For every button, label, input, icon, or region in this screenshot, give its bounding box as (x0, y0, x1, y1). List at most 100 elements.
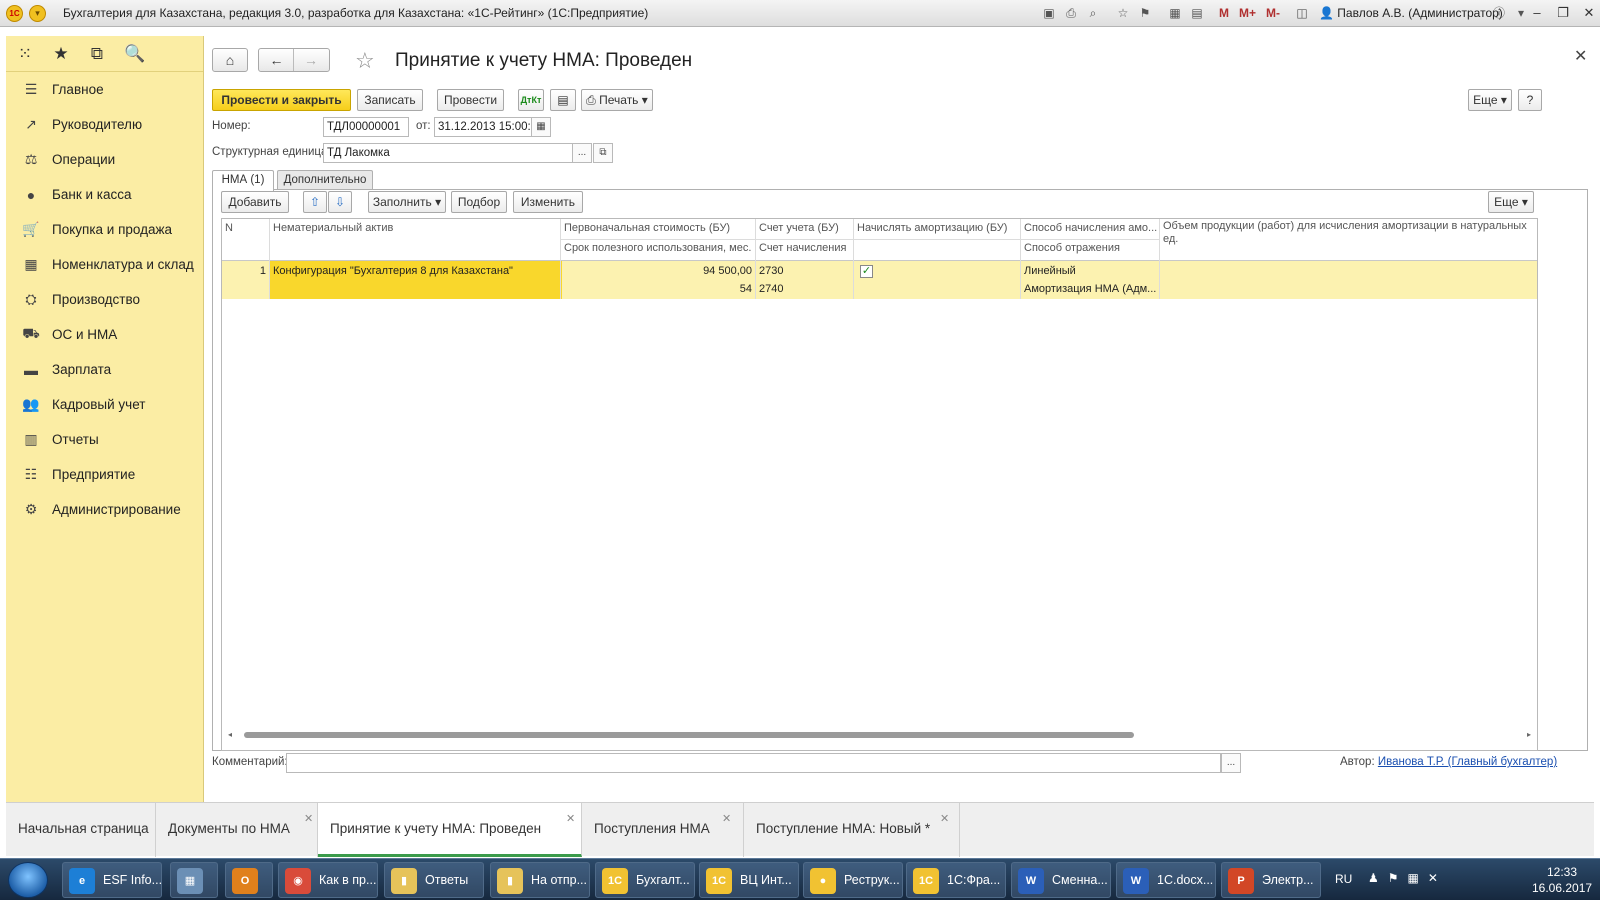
memory-minus-button[interactable]: M- (1263, 4, 1283, 22)
sidebar-item[interactable]: 🛒 Покупка и продажа (6, 212, 203, 247)
post-and-close-button[interactable]: Провести и закрыть (212, 89, 351, 111)
open-link-icon[interactable]: ⧉ (593, 143, 613, 163)
preview-icon[interactable]: ⌕ (1084, 4, 1102, 22)
col-reflection[interactable]: Способ отражения (1021, 239, 1159, 258)
forward-arrow-icon[interactable]: → (294, 49, 328, 71)
memory-plus-button[interactable]: M+ (1236, 4, 1259, 22)
add-favorite-star-icon[interactable]: ☆ (355, 48, 375, 74)
taskbar-task[interactable]: 1C ВЦ Инт... (699, 862, 799, 898)
dt-kt-icon[interactable]: ДтКт (518, 89, 544, 111)
more-button[interactable]: Еще ▾ (1468, 89, 1512, 111)
cell-reflection[interactable]: Амортизация НМА (Адм... (1021, 280, 1159, 298)
col-accrual-account[interactable]: Счет начисления (756, 239, 853, 258)
search-icon[interactable]: 🔍 (124, 44, 145, 64)
sidebar-item[interactable]: ⛟ ОС и НМА (6, 317, 203, 352)
col-asset[interactable]: Нематериальный актив (270, 219, 560, 238)
minimize-icon[interactable]: – (1525, 4, 1549, 22)
cell-cost[interactable]: 94 500,00 (561, 262, 755, 280)
col-account[interactable]: Счет учета (БУ) (756, 219, 853, 238)
move-down-icon[interactable]: ⇩ (328, 191, 352, 213)
cell-n[interactable]: 1 (222, 262, 269, 280)
calculator-icon[interactable]: ▦ (1166, 4, 1184, 22)
tab-nma[interactable]: НМА (1) (212, 170, 274, 191)
table-more-button[interactable]: Еще ▾ (1488, 191, 1534, 213)
cell-method[interactable]: Линейный (1021, 262, 1159, 280)
taskbar-task[interactable]: O (225, 862, 273, 898)
favorites-icon[interactable]: ☆ (1114, 4, 1132, 22)
sidebar-item[interactable]: ⛭ Производство (6, 282, 203, 317)
horizontal-scrollbar[interactable]: ◂ ▸ (228, 728, 1531, 742)
sidebar-item[interactable]: ▬ Зарплата (6, 352, 203, 387)
help-button[interactable]: ? (1518, 89, 1542, 111)
sidebar-item[interactable]: ▥ Отчеты (6, 422, 203, 457)
start-button[interactable] (8, 862, 48, 898)
fill-button[interactable]: Заполнить ▾ (368, 191, 446, 213)
back-arrow-icon[interactable]: ← (260, 49, 294, 71)
window-tab-home[interactable]: Начальная страница (6, 803, 156, 857)
nma-table[interactable]: N Нематериальный актив Первоначальная ст… (221, 218, 1538, 751)
sidebar-item[interactable]: ☰ Главное (6, 72, 203, 107)
taskbar-task[interactable]: W 1C.docx... (1116, 862, 1216, 898)
calendar-icon[interactable]: ▤ (1188, 4, 1206, 22)
comment-select-button[interactable]: ... (1221, 753, 1241, 773)
change-button[interactable]: Изменить (513, 191, 583, 213)
col-n[interactable]: N (222, 219, 269, 238)
calendar-icon[interactable]: ▦ (531, 117, 551, 137)
links-icon[interactable]: ⚑ (1136, 4, 1154, 22)
network-icon[interactable]: ▦ (1408, 871, 1428, 885)
language-indicator[interactable]: RU (1335, 872, 1352, 886)
home-button[interactable]: ⌂ (212, 48, 248, 72)
close-tab-icon[interactable]: ✕ (566, 813, 575, 825)
info-icon[interactable]: ⓘ (1490, 4, 1508, 22)
col-cost[interactable]: Первоначальная стоимость (БУ) (561, 219, 755, 238)
cell-asset[interactable]: Конфигурация "Бухгалтерия 8 для Казахста… (270, 262, 560, 280)
app-logo-icon[interactable]: 1C (6, 5, 23, 22)
main-menu-icon[interactable]: ▾ (29, 5, 46, 22)
history-icon[interactable]: ⧉ (88, 44, 106, 64)
col-life[interactable]: Срок полезного использования, мес. (561, 239, 755, 258)
scroll-right-icon[interactable]: ▸ (1527, 728, 1531, 742)
post-button[interactable]: Провести (437, 89, 504, 111)
restore-icon[interactable]: ❐ (1551, 4, 1575, 22)
cell-account[interactable]: 2730 (756, 262, 853, 280)
number-field[interactable]: ТДЛ00000001 (323, 117, 409, 137)
taskbar-task[interactable]: e ESF Info... (62, 862, 162, 898)
print-icon[interactable]: ⎙ (1062, 4, 1080, 22)
taskbar-task[interactable]: ▮ На отпр... (490, 862, 590, 898)
amortize-checkbox[interactable]: ✓ (860, 265, 873, 278)
structure-icon[interactable]: ▤ (550, 89, 576, 111)
taskbar-task[interactable]: ▮ Ответы (384, 862, 484, 898)
taskbar-task[interactable]: 1C 1С:Фра... (906, 862, 1006, 898)
memory-button[interactable]: M (1216, 4, 1232, 22)
move-up-icon[interactable]: ⇧ (303, 191, 327, 213)
scroll-left-icon[interactable]: ◂ (228, 728, 232, 742)
scrollbar-thumb[interactable] (244, 732, 1134, 738)
save-icon[interactable]: ▣ (1040, 4, 1058, 22)
clock[interactable]: 12:33 16.06.2017 (1532, 864, 1592, 896)
col-volume[interactable]: Объем продукции (работ) для исчисления а… (1160, 220, 1534, 246)
window-tab-receipts[interactable]: Поступления НМА ✕ (582, 803, 744, 857)
apps-grid-icon[interactable]: ⁙ (16, 44, 34, 64)
col-amortize[interactable]: Начислять амортизацию (БУ) (854, 219, 1020, 238)
unit-select-button[interactable]: ... (572, 143, 592, 163)
volume-muted-icon[interactable]: ✕ (1428, 871, 1447, 885)
taskbar-task[interactable]: W Сменна... (1011, 862, 1111, 898)
save-button[interactable]: Записать (357, 89, 423, 111)
author-link[interactable]: Иванова Т.Р. (Главный бухгалтер) (1378, 756, 1557, 768)
taskbar-task[interactable]: ● Реструк... (803, 862, 903, 898)
date-field[interactable]: 31.12.2013 15:00:0 (434, 117, 532, 137)
pick-button[interactable]: Подбор (451, 191, 507, 213)
taskbar-task[interactable]: ◉ Как в пр... (278, 862, 378, 898)
cell-life[interactable]: 54 (561, 280, 755, 298)
cell-accrual-account[interactable]: 2740 (756, 280, 853, 298)
sidebar-item[interactable]: ▦ Номенклатура и склад (6, 247, 203, 282)
sidebar-item[interactable]: 👥 Кадровый учет (6, 387, 203, 422)
close-window-icon[interactable]: ✕ (1577, 4, 1600, 22)
add-row-button[interactable]: Добавить (221, 191, 289, 213)
flag-icon[interactable]: ⚑ (1388, 871, 1408, 885)
sidebar-item[interactable]: ● Банк и касса (6, 177, 203, 212)
print-button[interactable]: ⎙ Печать ▾ (581, 89, 653, 111)
taskbar-task[interactable]: ▦ (170, 862, 218, 898)
sidebar-item[interactable]: ↗ Руководителю (6, 107, 203, 142)
sidebar-item[interactable]: ☷ Предприятие (6, 457, 203, 492)
